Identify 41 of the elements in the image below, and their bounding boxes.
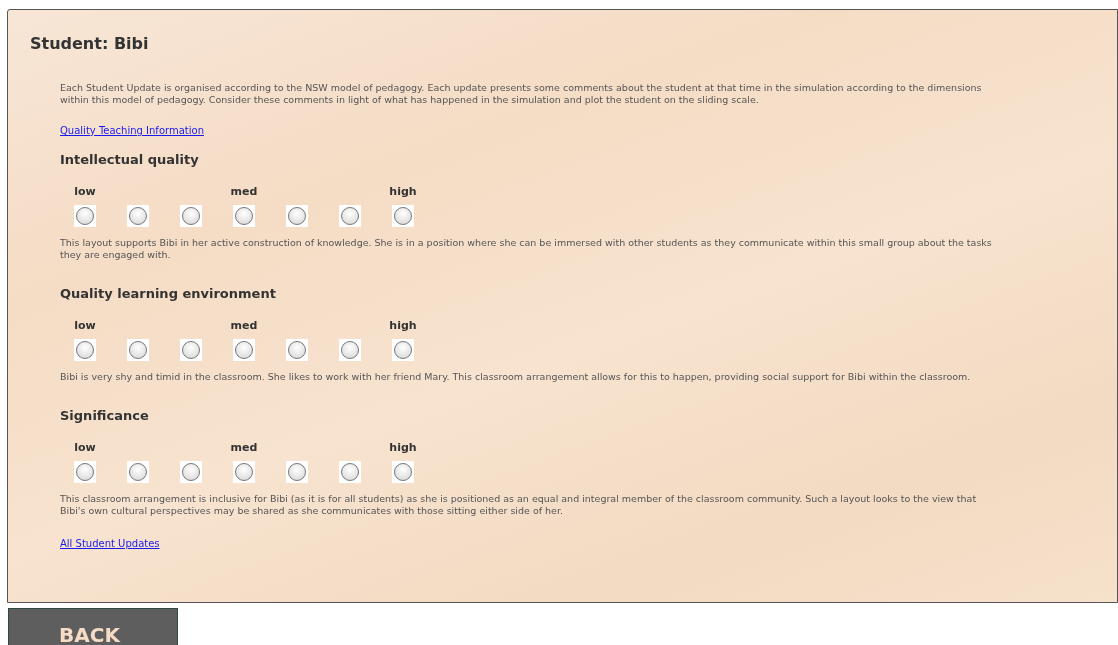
- scale-label: med: [230, 441, 258, 455]
- radio-button[interactable]: [235, 341, 253, 359]
- radio-button[interactable]: [341, 341, 359, 359]
- intro-text: Each Student Update is organised according to the NSW model of pedagogy. Each update presents some comments about the student at that time in the simulation according to the dimensions within this model of pedagogy. Consider these comments in light of what has happened in the simulation and plot the student on the sliding scale.: [60, 82, 983, 106]
- radio-button[interactable]: [288, 463, 306, 481]
- scale-label: low: [74, 185, 96, 199]
- scale-label: low: [74, 319, 96, 333]
- radio-button[interactable]: [394, 207, 412, 225]
- scale-label: low: [74, 441, 96, 455]
- scale-label: med: [230, 319, 258, 333]
- scale-label: high: [389, 441, 417, 455]
- radio-button[interactable]: [235, 207, 253, 225]
- scale-label: high: [389, 319, 417, 333]
- radio-button[interactable]: [76, 341, 94, 359]
- comment-text: This layout supports Bibi in her active construction of knowledge. She is in a position where she can be immersed with other students as they communicate within this small group about the tasks they are engaged with.: [60, 237, 993, 261]
- radio-button[interactable]: [182, 207, 200, 225]
- radio-button[interactable]: [182, 463, 200, 481]
- back-button[interactable]: BACK: [8, 608, 178, 645]
- radio-button[interactable]: [341, 463, 359, 481]
- scale-label: med: [230, 185, 258, 199]
- radio-button[interactable]: [235, 463, 253, 481]
- page-title: Student: Bibi: [30, 34, 150, 54]
- section-heading: Intellectual quality: [60, 151, 200, 169]
- radio-button[interactable]: [394, 463, 412, 481]
- radio-button[interactable]: [182, 341, 200, 359]
- comment-text: This classroom arrangement is inclusive for Bibi (as it is for all students) as she is positioned as an equal and integral member of the classroom community. Such a layout looks to the view that Bibi's own cultural perspectives may be shared as she communicates with those sitting either side of her.: [60, 493, 978, 517]
- radio-button[interactable]: [394, 341, 412, 359]
- radio-button[interactable]: [129, 341, 147, 359]
- comment-text: Bibi is very shy and timid in the classroom. She likes to work with her friend Mary. This classroom arrangement allows for this to happen, providing social support for Bibi within the classroom.: [60, 371, 972, 383]
- scale-label: high: [389, 185, 417, 199]
- radio-button[interactable]: [341, 207, 359, 225]
- radio-button[interactable]: [129, 463, 147, 481]
- radio-button[interactable]: [76, 207, 94, 225]
- radio-button[interactable]: [288, 207, 306, 225]
- radio-button[interactable]: [288, 341, 306, 359]
- radio-button[interactable]: [129, 207, 147, 225]
- info-link[interactable]: Quality Teaching Information: [60, 125, 204, 136]
- radio-button[interactable]: [76, 463, 94, 481]
- section-heading: Significance: [60, 407, 150, 425]
- updates-link[interactable]: All Student Updates: [60, 538, 160, 549]
- section-heading: Quality learning environment: [60, 285, 277, 303]
